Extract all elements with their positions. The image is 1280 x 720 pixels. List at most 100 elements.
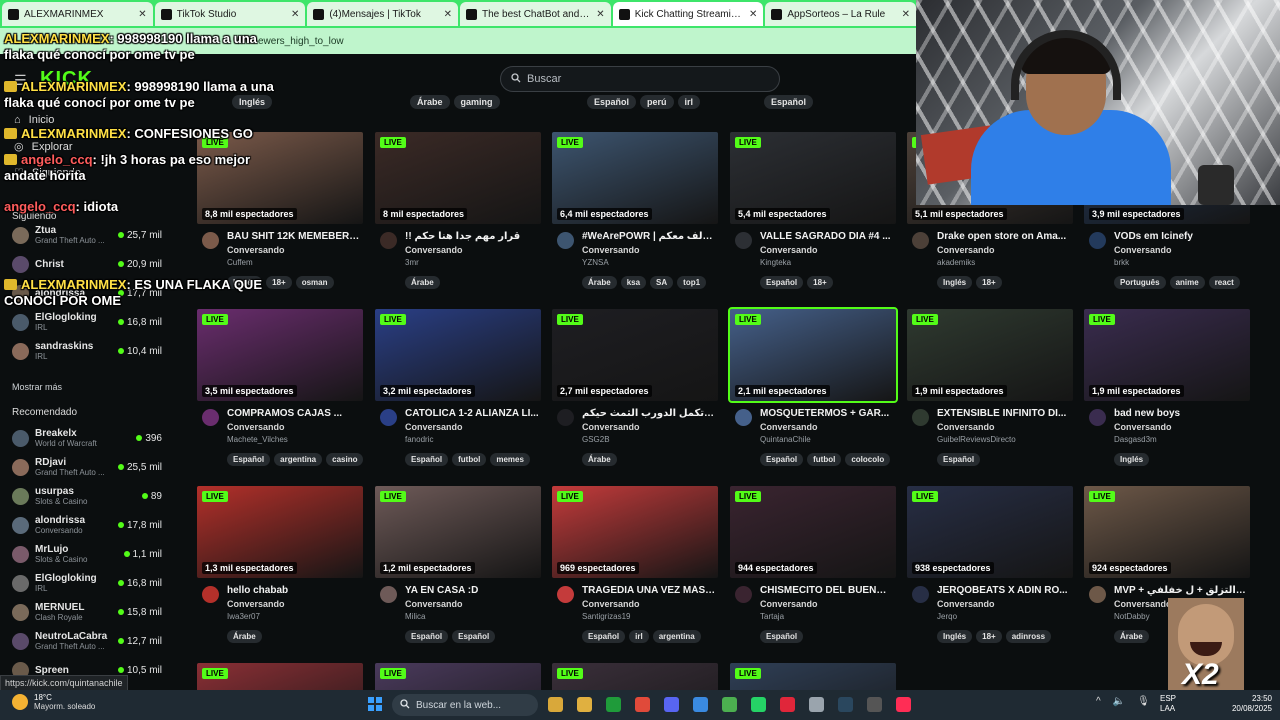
stream-category[interactable]: Conversando <box>582 245 640 255</box>
stream-card-partial[interactable]: LIVE <box>375 663 541 690</box>
stream-title[interactable]: لاعب أزرق تكمل الدورب الثمث حيكم <box>582 408 716 419</box>
channel-avatar[interactable] <box>912 586 929 603</box>
tag-chip[interactable]: futbol <box>807 453 842 466</box>
tag-chip[interactable]: Español <box>760 453 804 466</box>
tag-chip[interactable]: 18+ <box>807 276 833 289</box>
show-more-link[interactable]: Mostrar más <box>12 382 62 392</box>
stream-title[interactable]: hello chabab <box>227 585 361 596</box>
stream-title[interactable]: BAU SHIT 12K MEMEBERZ... <box>227 231 361 242</box>
app-icon[interactable] <box>809 697 824 712</box>
stream-thumbnail[interactable]: LIVE 938 espectadores <box>907 486 1073 578</box>
stream-card[interactable]: LIVE 8 mil espectadores !! قرار مهم جدا هن… <box>375 132 541 302</box>
channel-name[interactable]: 3mr <box>405 258 419 267</box>
sidebar-recommended-item[interactable]: MERNUEL Clash Royale 15,8 mil <box>12 599 162 625</box>
opera-icon[interactable] <box>780 697 795 712</box>
nav-siguiendo[interactable]: ♡ Siguiendo <box>14 166 81 180</box>
stream-card-partial[interactable]: LIVE <box>197 663 363 690</box>
stream-card[interactable]: LIVE 8,8 mil espectadores BAU SHIT 12K MEM… <box>197 132 363 302</box>
stream-thumbnail[interactable]: LIVE <box>197 663 363 690</box>
sidebar-recommended-item[interactable]: usurpas Slots & Casino 89 <box>12 483 162 509</box>
stream-title[interactable]: #WeArePOWR | تسولف معكم <box>582 231 716 242</box>
channel-name[interactable]: Kingteka <box>760 258 791 267</box>
stream-category[interactable]: Conversando <box>1114 245 1172 255</box>
stream-title[interactable]: JERQOBEATS X ADIN RO... <box>937 585 1071 596</box>
channel-name[interactable]: GuibelReviewsDirecto <box>937 435 1016 444</box>
tag-chip[interactable]: futbol <box>452 453 487 466</box>
sidebar-recommended-item[interactable]: Breakelx World of Warcraft 396 <box>12 425 162 451</box>
channel-avatar[interactable] <box>1089 409 1106 426</box>
channel-name[interactable]: Dasgasd3m <box>1114 435 1157 444</box>
tag-chip[interactable]: Español <box>227 453 271 466</box>
stream-category[interactable]: Conversando <box>937 245 995 255</box>
stream-thumbnail[interactable]: LIVE <box>375 663 541 690</box>
tag-chip[interactable]: Español <box>760 276 804 289</box>
stream-category[interactable]: Conversando <box>582 422 640 432</box>
tag-chip[interactable]: Árabe <box>410 95 450 109</box>
search-bar[interactable]: Buscar <box>500 66 780 92</box>
channel-avatar[interactable] <box>557 409 574 426</box>
stream-category[interactable]: Conversando <box>760 245 818 255</box>
stream-category[interactable]: Conversando <box>405 599 463 609</box>
stream-title[interactable]: TRAGEDIA UNA VEZ MÁS ... <box>582 585 716 596</box>
tag-chip[interactable]: 18+ <box>976 276 1002 289</box>
tag-chip[interactable]: react <box>1208 276 1240 289</box>
tiktok-icon[interactable] <box>896 697 911 712</box>
chrome-icon[interactable] <box>635 697 650 712</box>
channel-avatar[interactable] <box>735 232 752 249</box>
tag-chip[interactable]: ksa <box>620 276 647 289</box>
stream-thumbnail[interactable]: LIVE 2,1 mil espectadores <box>728 307 898 403</box>
windows-start-icon[interactable] <box>368 697 382 711</box>
stream-card[interactable]: LIVE 938 espectadores JERQOBEATS X ADIN RO… <box>907 486 1073 656</box>
tag-chip[interactable]: Español <box>405 630 449 643</box>
sidebar-recommended-item[interactable]: MrLujo Slots & Casino 1,1 mil <box>12 541 162 567</box>
clock[interactable]: 23:50 20/08/2025 <box>1228 694 1272 714</box>
sidebar-following-item[interactable]: Christ 20,9 mil <box>12 251 162 277</box>
microphone-icon[interactable]: 🎙 <box>1137 696 1150 707</box>
tag-chip[interactable]: 18+ <box>266 276 292 289</box>
sidebar-recommended-item[interactable]: alondrissa Conversando 17,8 mil <box>12 512 162 538</box>
tag-chip[interactable]: Árabe <box>1114 630 1149 643</box>
tag-chip[interactable]: Inglés <box>232 95 273 109</box>
tag-chip[interactable]: adinross <box>1005 630 1052 643</box>
stream-category[interactable]: Conversando <box>760 422 818 432</box>
channel-name[interactable]: Santigrizas19 <box>582 612 630 621</box>
channel-name[interactable]: Milica <box>405 612 425 621</box>
obs-icon[interactable] <box>867 697 882 712</box>
tag-chip[interactable]: Português <box>1114 276 1166 289</box>
tag-chip[interactable]: casino <box>326 453 364 466</box>
tab-close-icon[interactable]: ✕ <box>138 9 146 20</box>
stream-title[interactable]: bad new boys <box>1114 408 1248 419</box>
stream-category[interactable]: Conversando <box>582 599 640 609</box>
stream-thumbnail[interactable]: LIVE 3,5 mil espectadores <box>197 309 363 401</box>
channel-avatar[interactable] <box>912 232 929 249</box>
tag-chip[interactable]: osman <box>295 276 334 289</box>
explorer-icon[interactable] <box>577 697 592 712</box>
stream-thumbnail[interactable]: LIVE 1,3 mil espectadores <box>197 486 363 578</box>
tag-chip[interactable]: Árabe <box>582 453 617 466</box>
channel-avatar[interactable] <box>557 586 574 603</box>
channel-avatar[interactable] <box>912 409 929 426</box>
stream-category[interactable]: Conversando <box>1114 422 1172 432</box>
stream-thumbnail[interactable]: LIVE 5,4 mil espectadores <box>730 132 896 224</box>
xbox-icon[interactable] <box>606 697 621 712</box>
stream-card[interactable]: LIVE 2,7 mil espectadores لاعب أزرق تكمل ا… <box>552 309 718 479</box>
channel-avatar[interactable] <box>380 409 397 426</box>
sidebar-following-item[interactable]: Ztua Grand Theft Auto ... 25,7 mil <box>12 222 162 248</box>
minecraft-icon[interactable] <box>722 697 737 712</box>
discord-icon[interactable] <box>664 697 679 712</box>
channel-name[interactable]: Tartaja <box>760 612 784 621</box>
stream-thumbnail[interactable]: LIVE 2,7 mil espectadores <box>552 309 718 401</box>
stream-thumbnail[interactable]: LIVE 6,4 mil espectadores <box>552 132 718 224</box>
channel-name[interactable]: GSG2B <box>582 435 610 444</box>
kick-logo[interactable]: KICK <box>40 68 93 91</box>
stream-card[interactable]: LIVE 6,4 mil espectadores #WeArePOWR | تسو… <box>552 132 718 302</box>
stream-thumbnail[interactable]: LIVE 944 espectadores <box>730 486 896 578</box>
channel-avatar[interactable] <box>202 232 219 249</box>
speaker-icon[interactable]: 🔈 <box>1113 696 1125 707</box>
stream-title[interactable]: CHISMECITO DEL BUENO ... <box>760 585 894 596</box>
channel-avatar[interactable] <box>1089 232 1106 249</box>
stream-title[interactable]: YA EN CASA :D <box>405 585 539 596</box>
tag-chip[interactable]: Español <box>764 95 814 109</box>
hamburger-menu-icon[interactable]: ☰ <box>14 72 27 89</box>
tag-chip[interactable]: Árabe <box>227 630 262 643</box>
